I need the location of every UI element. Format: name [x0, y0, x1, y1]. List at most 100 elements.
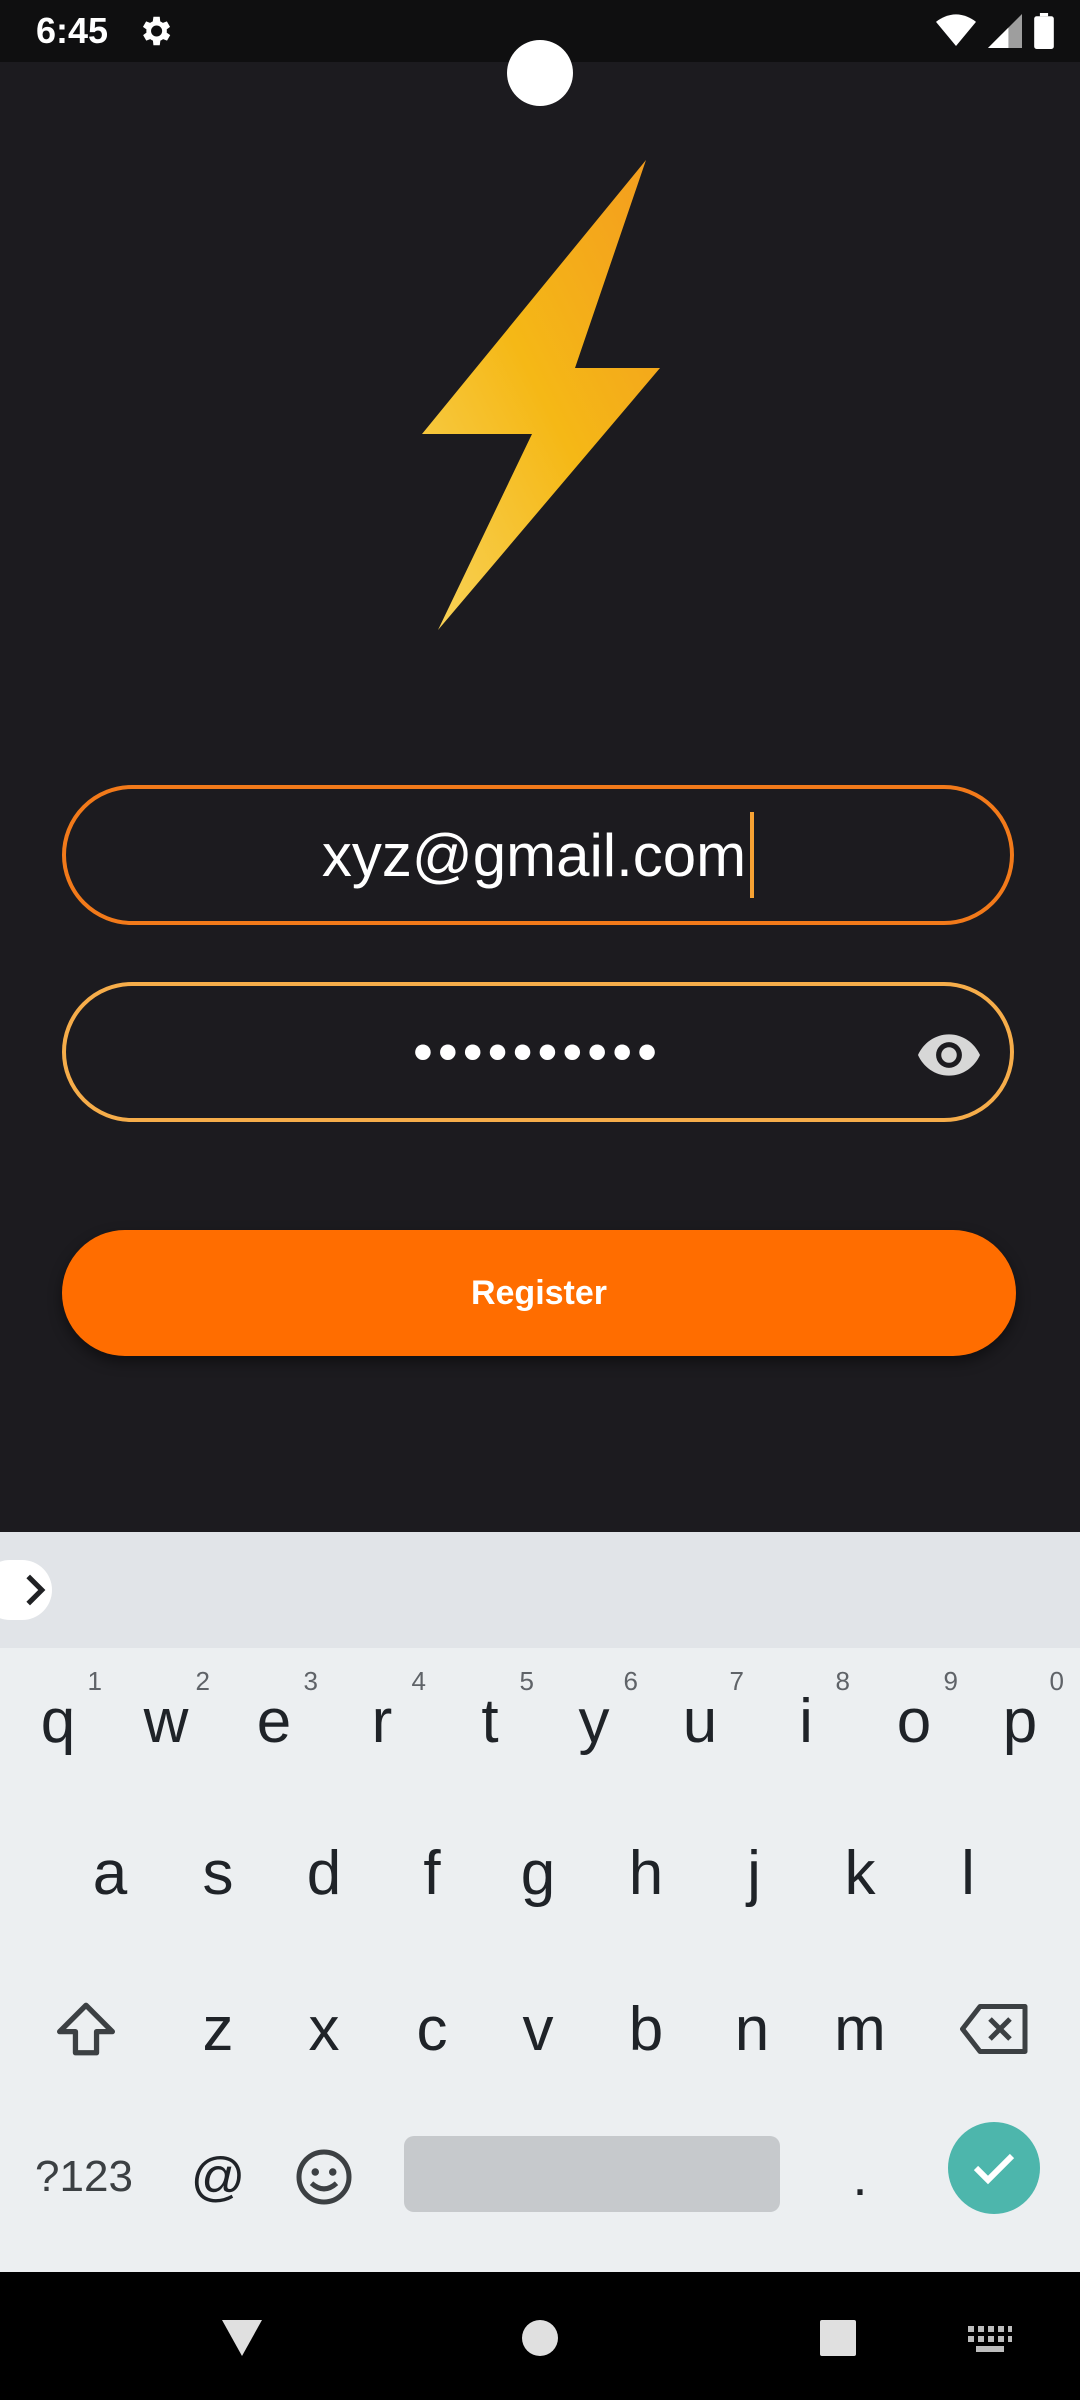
key-label: i	[799, 1686, 813, 1756]
email-value: xyz@gmail.com	[321, 821, 747, 889]
key-number-hint: 7	[729, 1666, 744, 1696]
key-number-hint: 0	[1049, 1666, 1064, 1696]
key-f[interactable]: f	[378, 1808, 486, 1938]
key-y[interactable]: 6y	[540, 1656, 648, 1786]
key-label: e	[256, 1686, 292, 1756]
key-number-hint: 2	[195, 1666, 210, 1696]
shift-icon	[57, 2002, 115, 2056]
key-a[interactable]: a	[56, 1808, 164, 1938]
key-label: @	[190, 2147, 246, 2207]
key-o[interactable]: 9o	[860, 1656, 968, 1786]
key-x[interactable]: x	[270, 1964, 378, 2094]
key-label: r	[371, 1686, 393, 1756]
key-s[interactable]: s	[164, 1808, 272, 1938]
register-button[interactable]: Register	[62, 1230, 1016, 1356]
key-label: p	[1002, 1686, 1038, 1756]
key-number-hint: 5	[519, 1666, 534, 1696]
key-l[interactable]: l	[914, 1808, 1022, 1938]
key-at[interactable]: @	[164, 2112, 272, 2242]
key-t[interactable]: 5t	[436, 1656, 544, 1786]
suggestion-strip	[0, 1532, 1080, 1648]
key-d[interactable]: d	[270, 1808, 378, 1938]
battery-icon	[1034, 13, 1054, 49]
key-number-hint: 9	[943, 1666, 958, 1696]
key-p[interactable]: 0p	[966, 1656, 1074, 1786]
lightning-bolt-logo	[422, 160, 660, 630]
key-label: d	[306, 1838, 342, 1908]
key-label: l	[961, 1838, 975, 1908]
key-u[interactable]: 7u	[646, 1656, 754, 1786]
key-label: n	[734, 1994, 770, 2064]
key-number-hint: 6	[623, 1666, 638, 1696]
emoji-icon	[296, 2149, 352, 2205]
key-label: v	[522, 1994, 554, 2064]
password-field[interactable]: ••••••••••	[62, 982, 1014, 1122]
key-label: y	[578, 1686, 610, 1756]
chevron-right-icon	[26, 1574, 46, 1606]
key-k[interactable]: k	[806, 1808, 914, 1938]
key-label: x	[308, 1994, 340, 2064]
key-w[interactable]: 2w	[112, 1656, 220, 1786]
key-number-hint: 8	[835, 1666, 850, 1696]
email-field[interactable]: xyz@gmail.com	[62, 785, 1014, 925]
password-value: ••••••••••	[413, 1022, 663, 1082]
wifi-icon	[936, 14, 976, 47]
key-row-4: ?123 @ .	[0, 2112, 1080, 2242]
key-label: t	[481, 1686, 499, 1756]
enter-key[interactable]	[948, 2122, 1040, 2214]
key-period[interactable]: .	[806, 2112, 914, 2242]
key-label: u	[682, 1686, 718, 1756]
key-i[interactable]: 8i	[752, 1656, 860, 1786]
expand-suggestions-button[interactable]	[0, 1560, 52, 1620]
key-g[interactable]: g	[484, 1808, 592, 1938]
key-label: k	[844, 1838, 876, 1908]
recents-nav-icon[interactable]	[818, 2318, 858, 2358]
key-z[interactable]: z	[164, 1964, 272, 2094]
key-label: j	[747, 1838, 761, 1908]
key-v[interactable]: v	[484, 1964, 592, 2094]
eye-icon[interactable]	[918, 1030, 980, 1080]
key-h[interactable]: h	[592, 1808, 700, 1938]
key-label: s	[202, 1838, 234, 1908]
emoji-key[interactable]	[270, 2112, 378, 2242]
key-label: a	[92, 1838, 128, 1908]
key-label: f	[423, 1838, 441, 1908]
key-q[interactable]: 1q	[4, 1656, 112, 1786]
keyboard-switch-icon[interactable]	[968, 2326, 1012, 2352]
camera-cutout	[507, 40, 573, 106]
text-cursor	[750, 812, 755, 898]
key-c[interactable]: c	[378, 1964, 486, 2094]
key-label: .	[852, 2147, 868, 2207]
space-bar[interactable]	[404, 2136, 780, 2212]
key-label: g	[520, 1838, 556, 1908]
settings-gear-icon	[142, 16, 171, 46]
key-label: ?123	[35, 2152, 133, 2201]
key-number-hint: 1	[87, 1666, 102, 1696]
soft-keyboard: 1q 2w 3e 4r 5t 6y 7u 8i 9o 0p a s d f g …	[0, 1532, 1080, 2272]
back-nav-icon[interactable]	[220, 2318, 264, 2358]
shift-key[interactable]	[30, 1964, 142, 2094]
backspace-key[interactable]	[940, 1964, 1050, 2094]
status-icons	[936, 10, 1054, 52]
key-n[interactable]: n	[698, 1964, 806, 2094]
home-nav-icon[interactable]	[520, 2318, 560, 2358]
key-r[interactable]: 4r	[328, 1656, 436, 1786]
key-label: c	[416, 1994, 448, 2064]
key-number-hint: 4	[411, 1666, 426, 1696]
key-number-hint: 3	[303, 1666, 318, 1696]
key-label: o	[896, 1686, 932, 1756]
key-label: h	[628, 1838, 664, 1908]
key-j[interactable]: j	[700, 1808, 808, 1938]
key-label: w	[143, 1686, 189, 1756]
key-m[interactable]: m	[806, 1964, 914, 2094]
key-label: m	[834, 1994, 886, 2064]
system-nav-bar	[0, 2272, 1080, 2400]
key-label: b	[628, 1994, 664, 2064]
key-b[interactable]: b	[592, 1964, 700, 2094]
symbols-key[interactable]: ?123	[24, 2112, 144, 2242]
key-e[interactable]: 3e	[220, 1656, 328, 1786]
check-icon	[973, 2153, 1015, 2185]
status-time: 6:45	[36, 10, 109, 51]
key-label: z	[202, 1994, 234, 2064]
backspace-icon	[960, 2004, 1028, 2054]
